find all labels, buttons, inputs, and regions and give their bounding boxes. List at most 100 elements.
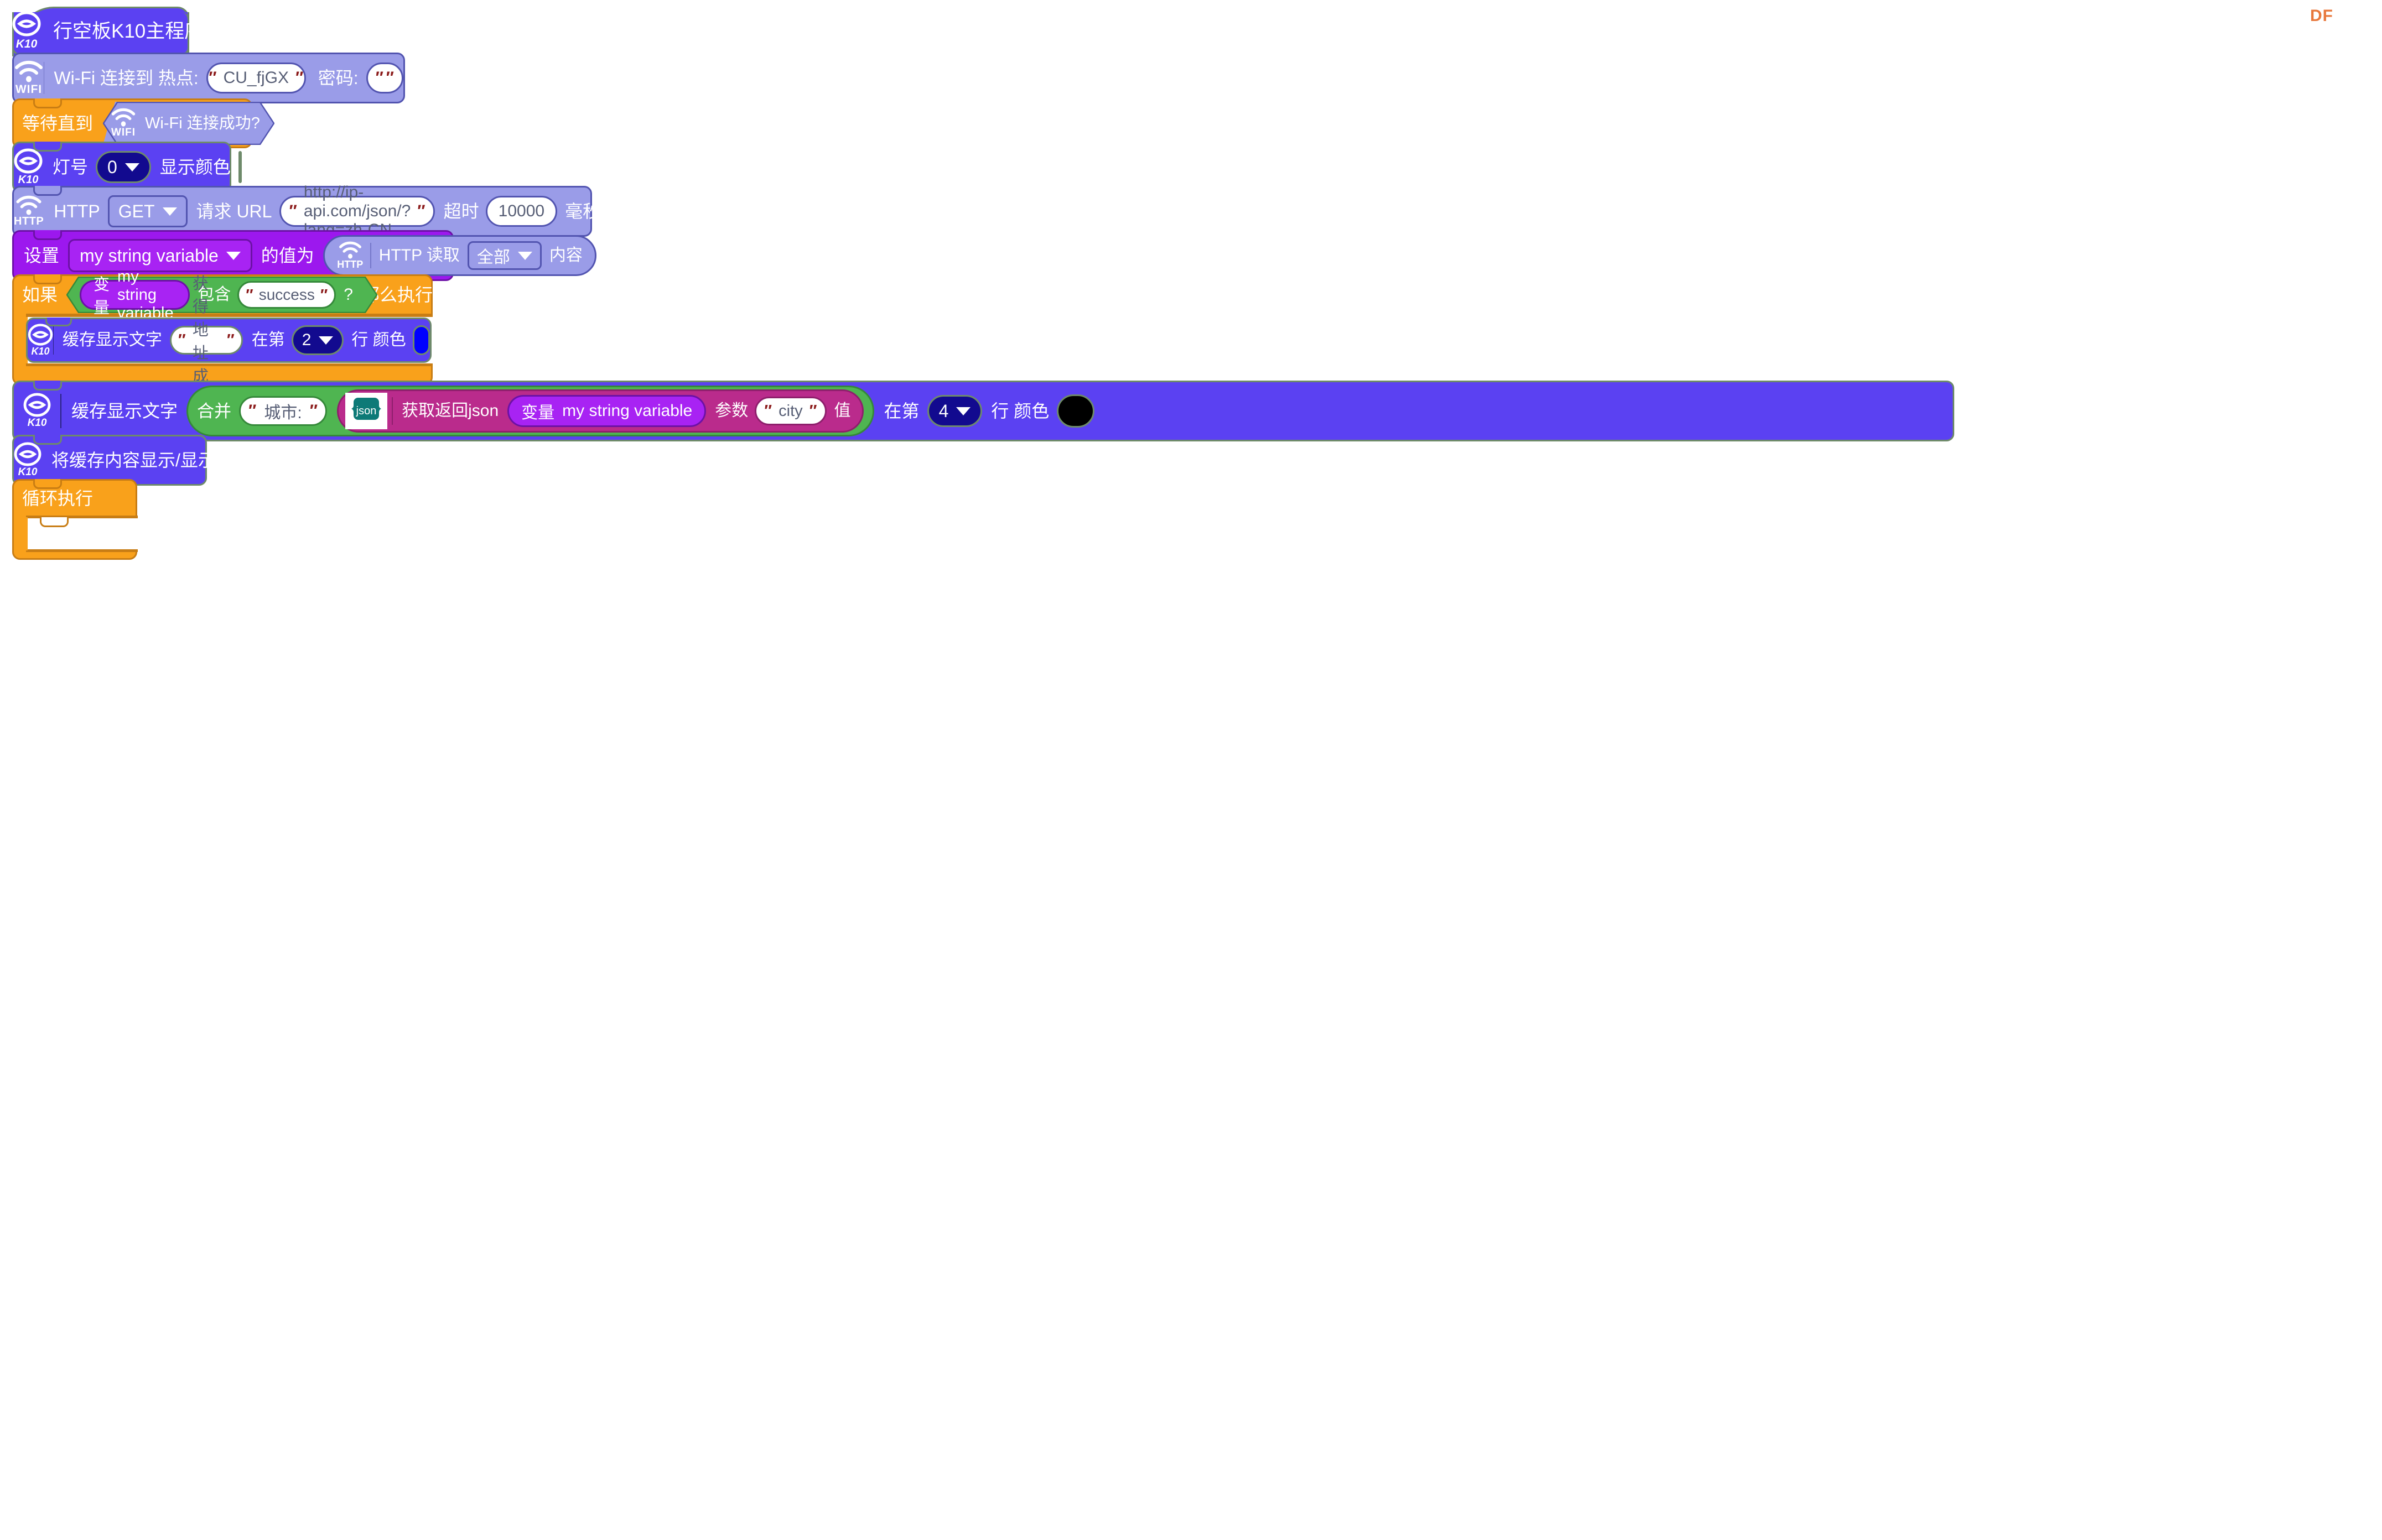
wifi-icon-label: WIFI [15, 82, 43, 96]
json-get-label-a: 获取返回json [402, 402, 499, 420]
block-program-start-content: K10 行空板K10主程序开始 [12, 6, 242, 56]
quote-close: ″ [386, 69, 394, 87]
contains-needle-input[interactable]: ″ success ″ [237, 281, 336, 309]
block-cache-city[interactable]: K10 缓存显示文字 合并 ″ 城市: ″ json 获取返回json 变量 m… [12, 381, 1954, 441]
wifi-ssid-value: CU_fjGX [223, 69, 289, 87]
boolean-wifi-connected[interactable]: WIFI Wi-Fi 连接成功? [103, 102, 275, 145]
http-timeout-value: 10000 [498, 202, 545, 220]
led-label-a: 灯号 [53, 157, 89, 177]
http-read-part-value: 全部 [476, 248, 510, 267]
k10-icon-label: K10 [31, 345, 50, 357]
reporter-join[interactable]: 合并 ″ 城市: ″ json 获取返回json 变量 my string va… [186, 386, 874, 436]
block-wifi-connect[interactable]: WIFI Wi-Fi 连接到 热点: ″ CU_fjGX ″ 密码: ″ ″ [12, 53, 405, 103]
block-cache-text-success[interactable]: K10 缓存显示文字 ″ 获得地址成功 ″ 在第 2 行 颜色 [26, 275, 432, 409]
svg-text:json: json [356, 405, 377, 417]
k10-icon-label: K10 [18, 466, 38, 478]
notch-show-cache [33, 435, 62, 445]
block-if-header: 如果 变量 my string variable 包含 ″ success ″ … [12, 268, 433, 322]
chevron-down-icon [162, 207, 177, 216]
join-text-input[interactable]: ″ 城市: ″ [239, 396, 328, 426]
contains-needle-value: success [258, 286, 315, 303]
k10-icon-label: K10 [18, 173, 39, 186]
led-index-dropdown[interactable]: 0 [96, 151, 151, 183]
chevron-down-icon [956, 407, 971, 415]
chevron-down-icon [319, 336, 334, 345]
cache-city-color-swatch[interactable] [1057, 394, 1095, 428]
k10-icon [23, 393, 51, 417]
quote-close: ″ [309, 402, 318, 420]
quote-open: ″ [248, 402, 257, 420]
k10-icon [14, 148, 43, 173]
json-get-label-c: 值 [834, 402, 851, 420]
wifi-password-input[interactable]: ″ ″ [366, 63, 403, 93]
http-icon [16, 195, 41, 215]
notch-cache-city [33, 381, 62, 391]
cache-text-line-dropdown[interactable]: 2 [291, 325, 344, 355]
http-label-a: HTTP [54, 201, 100, 221]
reporter-variable[interactable]: 变量 my string variable [507, 395, 707, 427]
block-wait-until-content: 等待直到 WIFI Wi-Fi 连接成功? [18, 98, 275, 148]
forever-label: 循环执行 [22, 488, 94, 508]
variable-prefix-label: 变量 [94, 276, 110, 317]
led-color-swatch[interactable] [238, 151, 242, 183]
quote-close: ″ [295, 69, 304, 87]
notch-led [33, 142, 62, 152]
http-label-c: 超时 [443, 201, 479, 221]
json-key-value: city [779, 402, 803, 420]
reporter-json-get[interactable]: json 获取返回json 变量 my string variable 参数 ″… [337, 389, 864, 433]
wifi-icon [111, 108, 136, 127]
notch-set-var [33, 230, 62, 240]
http-read-label-a: HTTP 读取 [378, 246, 460, 264]
k10-icon-label: K10 [15, 38, 38, 50]
quote-close: ″ [320, 286, 328, 303]
forever-left-arm [12, 517, 28, 550]
cache-text-color-swatch[interactable] [412, 325, 430, 355]
if-label-a: 如果 [22, 285, 58, 305]
http-icon-label: HTTP [14, 215, 44, 227]
variable-prefix-label: 变量 [521, 404, 555, 422]
http-read-part-dropdown[interactable]: 全部 [467, 241, 542, 270]
join-label: 合并 [197, 401, 232, 421]
contains-question-label: ? [344, 285, 353, 304]
if-mouth-bottom-edge [26, 363, 433, 366]
led-index-value: 0 [107, 157, 117, 177]
cache-text-label-c: 行 颜色 [351, 331, 406, 349]
block-forever-header: 循环执行 [12, 479, 137, 518]
k10-icon [14, 442, 41, 466]
json-key-input[interactable]: ″ city ″ [755, 397, 827, 425]
http-label-b: 请求 URL [196, 201, 272, 221]
reporter-variable[interactable]: 变量 my string variable [80, 268, 190, 322]
wait-until-condition-label: Wi-Fi 连接成功? [145, 114, 260, 132]
wifi-ssid-input[interactable]: ″ CU_fjGX ″ [206, 63, 306, 93]
set-var-name-value: my string variable [80, 245, 219, 266]
block-set-variable[interactable]: 设置 my string variable 的值为 HTTP HTTP 读取 全… [12, 230, 596, 281]
wifi-connect-label-a: Wi-Fi 连接到 热点: [54, 68, 199, 88]
block-program-start-label: 行空板K10主程序开始 [53, 20, 243, 42]
http-timeout-input[interactable]: 10000 [485, 196, 558, 227]
chevron-down-icon [517, 251, 532, 260]
variable-name: my string variable [117, 267, 174, 322]
chevron-down-icon [124, 163, 139, 171]
k10-icon [28, 323, 53, 346]
json-icon: json [351, 398, 382, 420]
http-icon-label: HTTP [337, 258, 364, 270]
json-icon-frame: json [345, 393, 388, 429]
chevron-down-icon [226, 251, 241, 260]
http-read-label-b: 内容 [549, 246, 583, 264]
quote-close: ″ [809, 402, 817, 420]
forever-mouth-bottom-edge [26, 549, 138, 552]
cache-text-input[interactable]: ″ 获得地址成功 ″ [169, 275, 243, 409]
set-var-label-b: 的值为 [261, 246, 314, 266]
block-http-request[interactable]: HTTP HTTP GET 请求 URL ″ http://ip-api.com… [12, 183, 600, 239]
quote-open: ″ [209, 69, 217, 87]
quote-open: ″ [178, 331, 186, 349]
http-method-dropdown[interactable]: GET [107, 195, 188, 227]
reporter-http-read[interactable]: HTTP HTTP 读取 全部 内容 [323, 235, 596, 276]
led-label-b: 显示颜色 [159, 157, 231, 177]
cache-city-line-dropdown[interactable]: 4 [927, 395, 983, 427]
cache-city-label-c: 行 颜色 [991, 401, 1050, 421]
notch-http [33, 186, 62, 196]
quote-close: ″ [226, 331, 235, 349]
http-url-input[interactable]: ″ http://ip-api.com/json/?lang=zh-CN ″ [279, 183, 435, 239]
if-left-arm [12, 315, 28, 365]
